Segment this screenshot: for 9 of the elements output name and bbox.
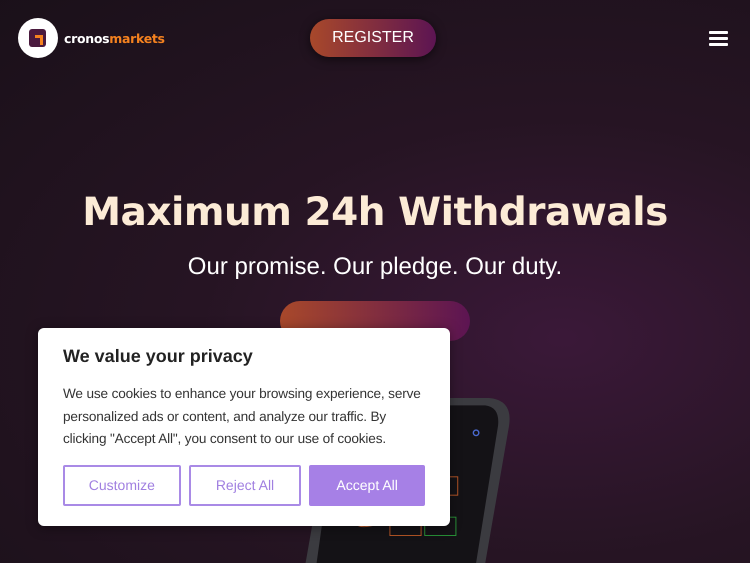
dialog-title: We value your privacy	[63, 346, 254, 367]
dialog-text: We use cookies to enhance your browsing experience, serve personalized ads or content, and analyze our traffic. By clicking "Accept All", you consent to our use of cookies.	[63, 385, 422, 448]
register-button[interactable]: REGISTER	[310, 19, 436, 57]
consent-button[interactable]: Accept All	[309, 464, 425, 506]
consent-button[interactable]: Customize	[63, 464, 181, 506]
hero-title: Maximum 24h Withdrawals	[82, 190, 668, 235]
hero-subtitle: Our promise. Our pledge. Our duty.	[188, 253, 562, 281]
consent-button[interactable]: Reject All	[188, 464, 302, 506]
brand-name[interactable]: cronosmarkets	[64, 30, 165, 46]
